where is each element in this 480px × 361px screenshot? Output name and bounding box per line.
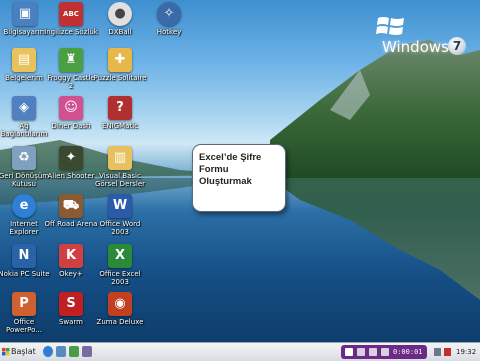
computer-icon: ▣ bbox=[13, 2, 37, 26]
tray-network-icon[interactable] bbox=[434, 348, 441, 356]
quicklaunch-desktop-icon[interactable] bbox=[56, 346, 66, 357]
powerpoint-icon: P bbox=[12, 292, 36, 316]
okey-game-icon: K bbox=[59, 244, 83, 268]
documents-folder-icon: ▤ bbox=[12, 48, 36, 72]
windows-wordmark: Windows bbox=[382, 38, 449, 56]
dictionary-icon: ABC bbox=[59, 2, 83, 26]
recycle-bin-icon: ♻ bbox=[12, 146, 36, 170]
media-player-bar: 0:00:01 bbox=[341, 345, 427, 359]
desktop-icon-diner-dash[interactable]: ☺ Diner Dash bbox=[44, 96, 98, 130]
desktop-icon-swarm[interactable]: S Swarm bbox=[44, 292, 98, 326]
icon-label: Diner Dash bbox=[51, 122, 91, 130]
word-icon: W bbox=[108, 194, 132, 218]
desktop-icon-off-road-arena[interactable]: ⛟ Off Road Arena bbox=[44, 194, 98, 228]
icon-label: Visual Basic Görsel Dersler bbox=[94, 172, 146, 188]
off-road-arena-icon: ⛟ bbox=[59, 194, 83, 218]
callout-line-2: Formu bbox=[199, 164, 229, 175]
title-callout: Excel’de Şifre Formu Oluşturmak bbox=[192, 144, 286, 212]
icon-label: Okey+ bbox=[59, 270, 83, 278]
windows-flag-icon bbox=[376, 17, 404, 35]
network-icon: ◈ bbox=[12, 96, 36, 120]
start-flag-icon bbox=[2, 348, 10, 356]
media-time: 0:00:01 bbox=[393, 348, 423, 356]
media-pause-icon[interactable] bbox=[357, 348, 365, 356]
alien-shooter-icon: ✦ bbox=[59, 146, 83, 170]
icon-label: Puzzle Solitaire bbox=[93, 74, 147, 82]
nokia-pc-suite-icon: N bbox=[12, 244, 36, 268]
windows-logo: Windows 7 bbox=[372, 15, 472, 60]
diner-dash-icon: ☺ bbox=[59, 96, 83, 120]
desktop-icon-okey[interactable]: K Okey+ bbox=[44, 244, 98, 278]
frog-game-icon: ♜ bbox=[59, 48, 83, 72]
icon-label: DXBall bbox=[108, 28, 132, 36]
desktop-icon-alien-shooter[interactable]: ✦ Alien Shooter bbox=[44, 146, 98, 180]
desktop-icon-word[interactable]: W Office Word 2003 bbox=[93, 194, 147, 236]
system-tray: 19:32 bbox=[432, 345, 480, 359]
desktop-icon-visual-basic-lessons[interactable]: ▥ Visual Basic Görsel Dersler bbox=[93, 146, 147, 188]
quicklaunch-app-icon[interactable] bbox=[82, 346, 92, 357]
desktop-icon-dxball[interactable]: ● DXBall bbox=[93, 2, 147, 36]
excel-icon: X bbox=[108, 244, 132, 268]
desktop-icon-excel[interactable]: X Office Excel 2003 bbox=[93, 244, 147, 286]
callout-line-3: Oluşturmak bbox=[199, 176, 252, 187]
book-folder-icon: ▥ bbox=[108, 146, 132, 170]
media-play-icon[interactable] bbox=[369, 348, 377, 356]
icon-label: Hotkey bbox=[156, 28, 182, 36]
desktop: ▣ Bilgisayarım ▤ Belgelerim ◈ Ağ Bağlant… bbox=[0, 0, 480, 342]
icon-label: Swarm bbox=[58, 318, 84, 326]
icon-label: Office Excel 2003 bbox=[99, 270, 141, 286]
enigmatic-icon: ? bbox=[108, 96, 132, 120]
tray-clock[interactable]: 19:32 bbox=[456, 347, 476, 357]
icon-label: Alien Shooter bbox=[47, 172, 95, 180]
quicklaunch-media-icon[interactable] bbox=[69, 346, 79, 357]
internet-explorer-icon: e bbox=[12, 194, 36, 218]
icon-label: Office Word 2003 bbox=[99, 220, 141, 236]
desktop-icon-dictionary[interactable]: ABC İngilizce Sözlük bbox=[44, 2, 98, 36]
desktop-icon-froggy-castle[interactable]: ♜ Froggy Castle 2 bbox=[44, 48, 98, 90]
hotkey-icon: ✧ bbox=[157, 2, 181, 26]
quicklaunch-explorer-icon[interactable] bbox=[43, 346, 53, 357]
puzzle-game-icon: ✚ bbox=[108, 48, 132, 72]
icon-label: Zuma Deluxe bbox=[96, 318, 144, 326]
media-stop-icon[interactable] bbox=[345, 348, 353, 356]
icon-label: Off Road Arena bbox=[44, 220, 98, 228]
swarm-game-icon: S bbox=[59, 292, 83, 316]
start-label: Başlat bbox=[11, 347, 36, 356]
media-next-icon[interactable] bbox=[381, 348, 389, 356]
desktop-icon-enigmatic[interactable]: ? ENIGMatic bbox=[93, 96, 147, 130]
icon-label: İngilizce Sözlük bbox=[44, 28, 98, 36]
taskbar: Başlat 0:00:01 19:32 bbox=[0, 342, 480, 361]
tray-volume-icon[interactable] bbox=[444, 348, 451, 356]
icon-label: ENIGMatic bbox=[101, 122, 138, 130]
start-button[interactable]: Başlat bbox=[1, 345, 41, 359]
dxball-icon: ● bbox=[108, 2, 132, 26]
zuma-deluxe-icon: ◉ bbox=[108, 292, 132, 316]
desktop-icon-zuma-deluxe[interactable]: ◉ Zuma Deluxe bbox=[93, 292, 147, 326]
desktop-icon-hotkey[interactable]: ✧ Hotkey bbox=[142, 2, 196, 36]
callout-line-1: Excel’de Şifre bbox=[199, 152, 262, 163]
desktop-icon-puzzle-solitaire[interactable]: ✚ Puzzle Solitaire bbox=[93, 48, 147, 82]
icon-label: Froggy Castle 2 bbox=[47, 74, 95, 90]
windows-version-badge: 7 bbox=[448, 37, 466, 55]
